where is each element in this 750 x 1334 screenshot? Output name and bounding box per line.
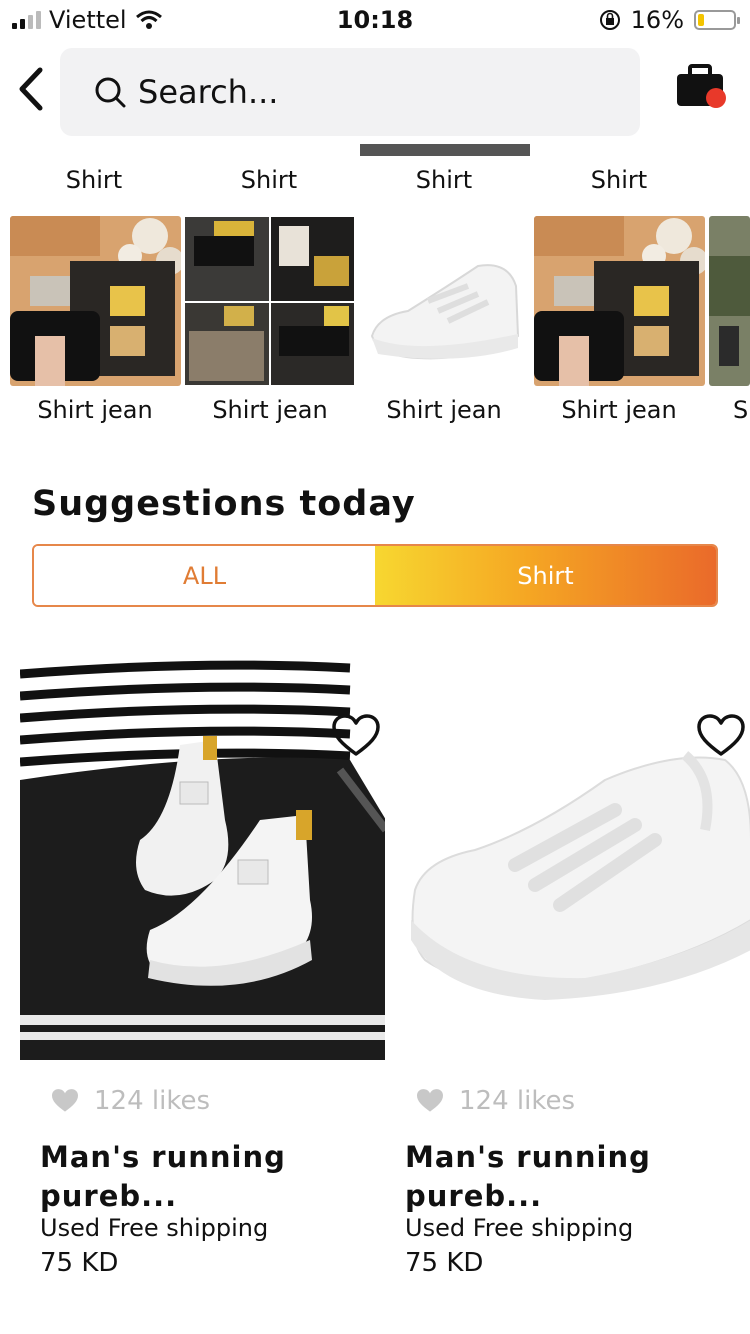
likes-count: 124 likes	[94, 1086, 211, 1116]
product-name-line: Man's running	[40, 1140, 286, 1174]
likes-count: 124 likes	[459, 1086, 576, 1116]
battery-icon	[694, 10, 740, 30]
suggestion-filter-tabs: ALL Shirt	[32, 544, 718, 607]
heart-outline-icon[interactable]	[697, 714, 745, 758]
search-icon	[95, 77, 126, 108]
back-arrow-icon[interactable]	[14, 66, 54, 112]
product-image[interactable]	[20, 660, 386, 1060]
status-right: 16%	[599, 6, 740, 34]
search-input[interactable]: Search...	[60, 48, 640, 136]
product-name[interactable]: Man's running pureb...	[405, 1138, 651, 1216]
product-price: 75 KD	[405, 1248, 484, 1278]
category-caption: S	[733, 396, 749, 424]
category-label[interactable]: Shirt	[358, 166, 530, 194]
likes-row: 124 likes	[415, 1086, 575, 1116]
category-label-row: Shirt Shirt Shirt Shirt	[8, 160, 750, 200]
heart-outline-icon[interactable]	[332, 714, 380, 758]
belt-collage-image[interactable]	[184, 216, 355, 386]
white-sneaker-image[interactable]	[358, 216, 529, 386]
product-shipping: Used Free shipping	[40, 1214, 269, 1242]
tab-shirt[interactable]: Shirt	[375, 546, 716, 605]
likes-row: 124 likes	[50, 1086, 210, 1116]
tab-all[interactable]: ALL	[34, 546, 375, 605]
product-name-line: pureb...	[40, 1179, 178, 1213]
product-price: 75 KD	[40, 1248, 119, 1278]
belt-gift-box-image[interactable]	[534, 216, 705, 386]
orientation-lock-icon	[599, 10, 620, 30]
category-label[interactable]: Shirt	[8, 166, 180, 194]
status-bar: Viettel 10:18 16%	[0, 0, 750, 40]
section-title: Suggestions today	[32, 484, 416, 524]
cart-badge	[706, 88, 726, 108]
category-caption: Shirt jean	[37, 396, 153, 424]
category-caption: Shirt jean	[386, 396, 502, 424]
heart-filled-icon[interactable]	[50, 1088, 80, 1114]
product-image[interactable]	[385, 660, 750, 1060]
product-name[interactable]: Man's running pureb...	[40, 1138, 286, 1216]
category-label[interactable]: Shirt	[533, 166, 705, 194]
product-card[interactable]	[20, 660, 386, 1060]
product-name-line: pureb...	[405, 1179, 543, 1213]
heart-filled-icon[interactable]	[415, 1088, 445, 1114]
belt-gift-box-image[interactable]	[10, 216, 181, 386]
partial-product-image[interactable]	[709, 216, 750, 386]
category-caption: Shirt jean	[212, 396, 328, 424]
category-caption: Shirt jean	[561, 396, 677, 424]
category-image-strip	[360, 144, 530, 156]
category-label[interactable]: Shirt	[183, 166, 355, 194]
shopping-bag-icon[interactable]	[676, 62, 730, 112]
product-name-line: Man's running	[405, 1140, 651, 1174]
category-thumbnails	[0, 216, 750, 386]
product-shipping: Used Free shipping	[405, 1214, 634, 1242]
product-card[interactable]	[385, 660, 750, 1060]
battery-percent: 16%	[630, 6, 684, 34]
search-placeholder: Search...	[138, 73, 279, 111]
